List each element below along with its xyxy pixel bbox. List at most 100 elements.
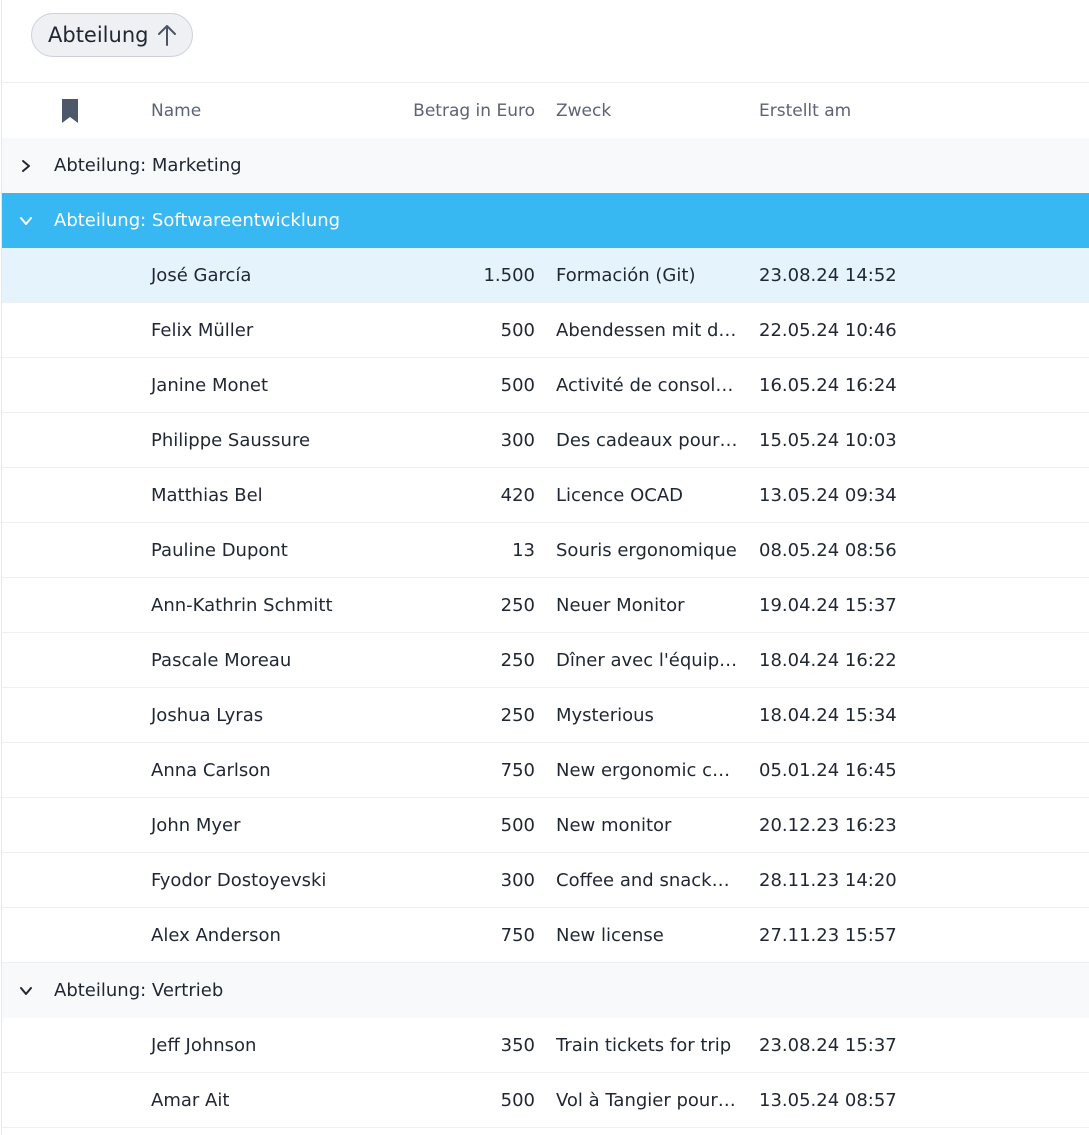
column-header-purpose[interactable]: Zweck xyxy=(556,83,738,138)
cell-purpose-text: Train tickets for trip xyxy=(556,1034,732,1056)
grid-panel: Abteilung Name Betrag in Euro Zweck Erst… xyxy=(1,0,1089,1135)
cell-purpose-text: Vol à Tangier pour conférence xyxy=(556,1089,738,1111)
cell-purpose-text: Des cadeaux pour l'équipe xyxy=(556,429,738,451)
cell-amount: 250 xyxy=(382,688,535,742)
cell-amount: 750 xyxy=(382,743,535,797)
table-row[interactable]: Amar Ait 500 Vol à Tangier pour conférence… xyxy=(2,1073,1089,1128)
cell-purpose-text: New ergonomic chair xyxy=(556,759,738,781)
cell-name-text: Alex Anderson xyxy=(151,924,281,946)
group-row-label: Abteilung: Vertrieb xyxy=(54,980,224,1001)
cell-created-text: 23.08.24 15:37 xyxy=(759,1034,897,1056)
cell-amount: 500 xyxy=(382,303,535,357)
cell-created: 28.11.23 14:20 xyxy=(759,853,959,907)
cell-created-text: 20.12.23 16:23 xyxy=(759,814,897,836)
chevron-down-icon[interactable] xyxy=(18,963,34,1018)
cell-amount-text: 250 xyxy=(500,704,535,726)
cell-amount-text: 500 xyxy=(500,319,535,341)
cell-name: Pascale Moreau xyxy=(151,633,391,687)
cell-amount-text: 750 xyxy=(500,924,535,946)
cell-purpose: Licence OCAD xyxy=(556,468,738,522)
table-row[interactable]: Jeff Johnson 350 Train tickets for trip 23.… xyxy=(2,1018,1089,1073)
bookmark-icon[interactable] xyxy=(58,83,82,138)
group-row-label: Abteilung: Softwareentwicklung xyxy=(54,210,341,231)
cell-created: 13.05.24 09:34 xyxy=(759,468,959,522)
cell-purpose-text: New license xyxy=(556,924,664,946)
cell-purpose-text: New monitor xyxy=(556,814,672,836)
table-row[interactable]: John Myer 500 New monitor 20.12.23 16:23 xyxy=(2,798,1089,853)
cell-amount-text: 500 xyxy=(500,1089,535,1111)
cell-amount: 350 xyxy=(382,1018,535,1072)
cell-name: Fyodor Dostoyevski xyxy=(151,853,391,907)
column-header-amount[interactable]: Betrag in Euro xyxy=(382,83,535,138)
cell-purpose-text: Licence OCAD xyxy=(556,484,684,506)
cell-amount-text: 300 xyxy=(500,869,535,891)
cell-purpose: New ergonomic chair xyxy=(556,743,738,797)
group-row[interactable]: Abteilung: Vertrieb xyxy=(2,963,1089,1018)
table-row[interactable]: Janine Monet 500 Activité de consolidation… xyxy=(2,358,1089,413)
cell-amount-text: 300 xyxy=(500,429,535,451)
column-header-created[interactable]: Erstellt am xyxy=(759,83,959,138)
table-row[interactable]: Joshua Lyras 250 Mysterious 18.04.24 15:34 xyxy=(2,688,1089,743)
cell-name: Anna Carlson xyxy=(151,743,391,797)
cell-created-text: 16.05.24 16:24 xyxy=(759,374,897,396)
cell-purpose: Train tickets for trip xyxy=(556,1018,738,1072)
chevron-right-icon[interactable] xyxy=(18,138,34,193)
cell-purpose: Dîner avec l'équipe de développement xyxy=(556,633,738,687)
cell-created: 18.04.24 15:34 xyxy=(759,688,959,742)
cell-created-text: 27.11.23 15:57 xyxy=(759,924,897,946)
cell-amount: 420 xyxy=(382,468,535,522)
column-header-name[interactable]: Name xyxy=(151,83,391,138)
table-row[interactable]: Matthias Bel 420 Licence OCAD 13.05.24 09:3… xyxy=(2,468,1089,523)
cell-amount: 500 xyxy=(382,358,535,412)
cell-name-text: Pascale Moreau xyxy=(151,649,292,671)
cell-created-text: 18.04.24 16:22 xyxy=(759,649,897,671)
table-row[interactable]: Pascale Moreau 250 Dîner avec l'équipe de … xyxy=(2,633,1089,688)
arrow-up-icon[interactable] xyxy=(156,23,178,47)
table-row[interactable]: Anna Carlson 750 New ergonomic chair 05.01.… xyxy=(2,743,1089,798)
cell-created-text: 18.04.24 15:34 xyxy=(759,704,897,726)
table-row[interactable]: Alex Anderson 750 New license 27.11.23 15:5… xyxy=(2,908,1089,963)
table-row[interactable]: Ann-Kathrin Schmitt 250 Neuer Monitor 19.04… xyxy=(2,578,1089,633)
cell-amount: 500 xyxy=(382,1073,535,1127)
cell-purpose: New monitor xyxy=(556,798,738,852)
cell-created-text: 23.08.24 14:52 xyxy=(759,264,897,286)
cell-purpose-text: Activité de consolidation d'équipe xyxy=(556,374,738,396)
cell-name-text: José García xyxy=(151,264,252,286)
cell-purpose: Formación (Git) xyxy=(556,248,738,302)
cell-amount-text: 500 xyxy=(500,374,535,396)
cell-created-text: 22.05.24 10:46 xyxy=(759,319,897,341)
table-row[interactable]: Philippe Saussure 300 Des cadeaux pour l'é… xyxy=(2,413,1089,468)
cell-purpose-text: Dîner avec l'équipe de développement xyxy=(556,649,738,671)
cell-name: Ann-Kathrin Schmitt xyxy=(151,578,391,632)
cell-name-text: Joshua Lyras xyxy=(151,704,264,726)
cell-created-text: 13.05.24 09:34 xyxy=(759,484,897,506)
cell-name-text: Jeff Johnson xyxy=(151,1034,257,1056)
cell-amount-text: 1.500 xyxy=(483,264,535,286)
cell-name: Alex Anderson xyxy=(151,908,391,962)
group-row[interactable]: Abteilung: Marketing xyxy=(2,138,1089,193)
cell-created: 18.04.24 16:22 xyxy=(759,633,959,687)
cell-name-text: Amar Ait xyxy=(151,1089,230,1111)
cell-created: 19.04.24 15:37 xyxy=(759,578,959,632)
cell-name: John Myer xyxy=(151,798,391,852)
table-row[interactable]: José García 1.500 Formación (Git) 23.08.24 … xyxy=(2,248,1089,303)
group-row[interactable]: Abteilung: Softwareentwicklung xyxy=(2,193,1089,248)
group-by-chip[interactable]: Abteilung xyxy=(31,13,194,57)
cell-purpose: Des cadeaux pour l'équipe xyxy=(556,413,738,467)
cell-created-text: 13.05.24 08:57 xyxy=(759,1089,897,1111)
cell-amount: 250 xyxy=(382,633,535,687)
cell-purpose-text: Neuer Monitor xyxy=(556,594,685,616)
table-row[interactable]: Pauline Dupont 13 Souris ergonomique 08.05.… xyxy=(2,523,1089,578)
table-row[interactable]: Felix Müller 500 Abendessen mit dem Team 22… xyxy=(2,303,1089,358)
cell-amount-text: 350 xyxy=(500,1034,535,1056)
cell-name-text: Pauline Dupont xyxy=(151,539,288,561)
cell-created: 23.08.24 15:37 xyxy=(759,1018,959,1072)
cell-created: 05.01.24 16:45 xyxy=(759,743,959,797)
cell-name-text: Fyodor Dostoyevski xyxy=(151,869,327,891)
cell-amount: 500 xyxy=(382,798,535,852)
cell-created: 20.12.23 16:23 xyxy=(759,798,959,852)
cell-amount: 750 xyxy=(382,908,535,962)
chevron-down-icon[interactable] xyxy=(18,193,34,248)
table-row[interactable]: Fyodor Dostoyevski 300 Coffee and snacks f… xyxy=(2,853,1089,908)
cell-created-text: 05.01.24 16:45 xyxy=(759,759,897,781)
